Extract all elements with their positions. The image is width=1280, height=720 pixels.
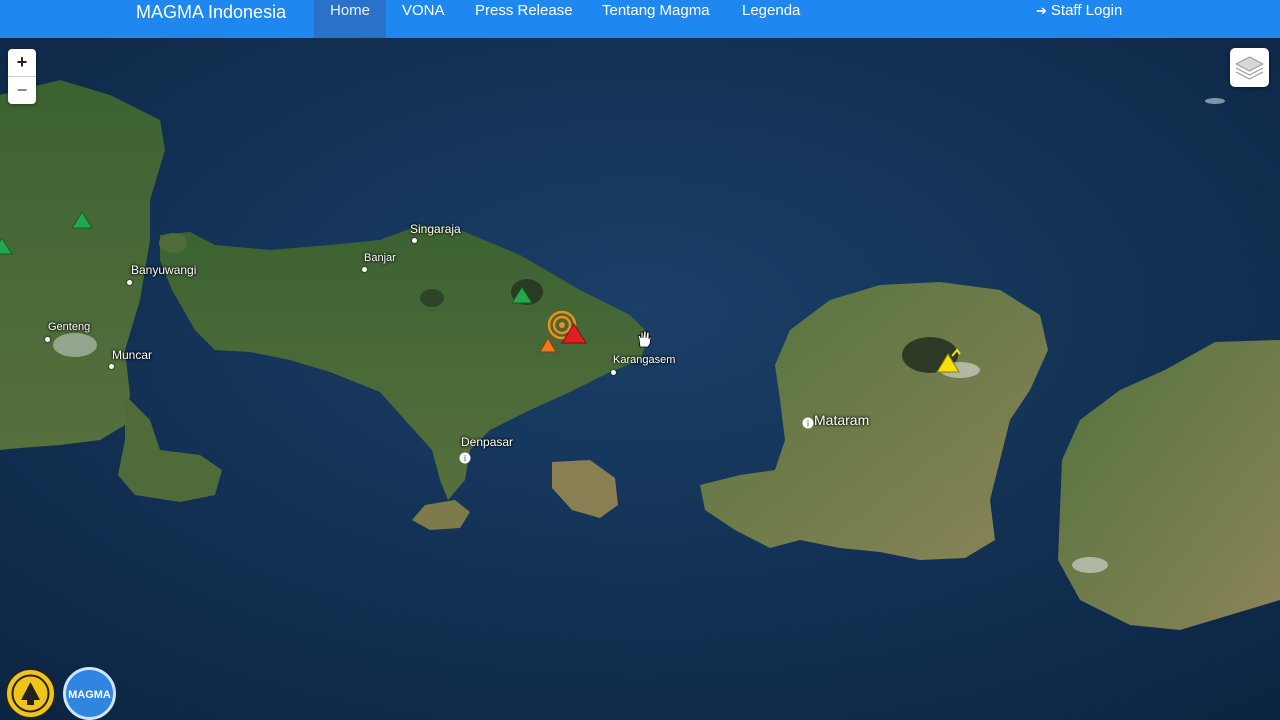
nav-legenda[interactable]: Legenda: [726, 0, 816, 38]
place-label-mataram: Mataram: [814, 412, 870, 428]
nav-home[interactable]: Home: [314, 0, 387, 38]
place-label-denpasar: Denpasar: [461, 435, 514, 449]
volcano-normal-icon[interactable]: [70, 208, 94, 230]
place-dot: [109, 364, 114, 369]
sign-in-icon: ➔: [1036, 3, 1047, 18]
nav-vona[interactable]: VONA: [386, 0, 461, 38]
map-canvas[interactable]: Singaraja Banjar Banyuwangi Genteng Munc…: [0, 38, 1280, 720]
cloud: [53, 333, 97, 357]
top-navbar: MAGMA Indonesia Home VONA Press Release …: [0, 0, 1280, 38]
place-label-banyuwangi: Banyuwangi: [131, 263, 197, 277]
volcano-awas-icon[interactable]: [536, 308, 590, 354]
satellite-basemap: [0, 38, 1280, 720]
volcano-normal-icon[interactable]: [510, 283, 534, 305]
place-label-singaraja: Singaraja: [410, 222, 461, 236]
place-dot: [412, 238, 417, 243]
svg-text:i: i: [807, 419, 809, 429]
esdm-logo[interactable]: [5, 668, 56, 719]
islet: [159, 233, 187, 253]
place-label-muncar: Muncar: [112, 348, 153, 362]
islet: [1205, 98, 1225, 104]
layers-button[interactable]: [1230, 48, 1269, 87]
staff-login-label: Staff Login: [1050, 2, 1123, 19]
sea: [0, 38, 1280, 720]
place-label-banjar: Banjar: [364, 252, 396, 264]
esdm-emblem-icon: [11, 674, 50, 713]
brand-title[interactable]: MAGMA Indonesia: [136, 2, 286, 23]
place-dot: [362, 267, 367, 272]
magma-logo[interactable]: MAGMA: [63, 667, 116, 720]
place-label-karangasem: Karangasem: [613, 354, 676, 366]
hand-cursor-icon: [637, 330, 652, 348]
info-icon[interactable]: i: [459, 452, 471, 464]
place-dot: [45, 337, 50, 342]
place-dot: [611, 370, 616, 375]
volcano-waspada-icon[interactable]: [935, 348, 963, 374]
volcano-normal-icon[interactable]: [0, 234, 14, 256]
info-icon[interactable]: i: [802, 417, 814, 429]
layers-icon: [1234, 56, 1265, 80]
nav-tentang-magma[interactable]: Tentang Magma: [586, 0, 726, 38]
cloud: [1072, 557, 1108, 573]
place-label-genteng: Genteng: [48, 321, 91, 333]
place-dot: [127, 280, 132, 285]
staff-login-link[interactable]: ➔ Staff Login: [1036, 2, 1122, 19]
nav-press-release[interactable]: Press Release: [459, 0, 589, 38]
zoom-out-button[interactable]: −: [8, 76, 36, 103]
bratan-caldera: [420, 289, 444, 307]
zoom-control: + −: [8, 49, 36, 104]
zoom-in-button[interactable]: +: [8, 49, 36, 76]
svg-text:i: i: [464, 454, 466, 464]
